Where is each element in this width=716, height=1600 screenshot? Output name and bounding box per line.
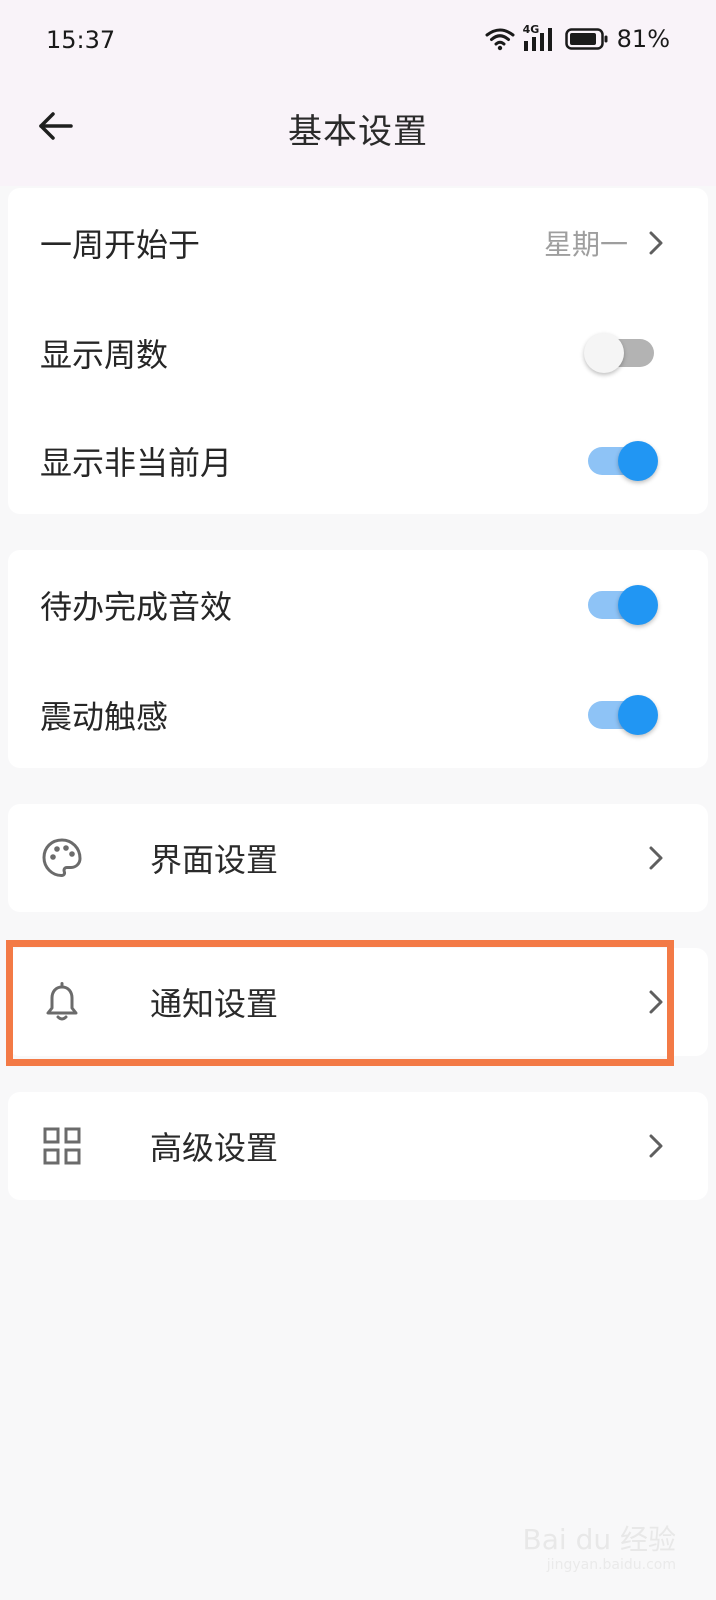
- show-week-numbers-toggle[interactable]: [584, 333, 654, 373]
- page-title: 基本设置: [288, 112, 428, 152]
- palette-icon: [40, 836, 84, 880]
- todo-sound-label: 待办完成音效: [40, 588, 233, 626]
- show-other-months-row: 显示非当前月: [8, 406, 708, 516]
- status-icons: 4G 81%: [485, 23, 670, 54]
- grid-icon: [40, 1124, 84, 1168]
- watermark-brand: Bai du 经验: [522, 1523, 676, 1556]
- cellular-signal-icon: 4G: [523, 23, 557, 53]
- watermark: Bai du 经验 jingyan.baidu.com: [522, 1523, 676, 1573]
- chevron-right-icon: [646, 229, 666, 257]
- toggle-thumb: [618, 695, 658, 735]
- week-start-row[interactable]: 一周开始于 星期一: [8, 188, 708, 298]
- todo-sound-row: 待办完成音效: [8, 550, 708, 660]
- toggle-thumb: [618, 585, 658, 625]
- advanced-settings-row[interactable]: 高级设置: [8, 1092, 708, 1200]
- advanced-settings-label: 高级设置: [150, 1129, 279, 1167]
- status-time: 15:37: [46, 26, 116, 54]
- toggle-thumb: [584, 333, 624, 373]
- todo-sound-toggle[interactable]: [588, 585, 658, 625]
- notification-settings-card[interactable]: 通知设置: [8, 948, 708, 1056]
- feedback-settings-card: 待办完成音效 震动触感: [8, 550, 708, 768]
- header: 基本设置: [0, 82, 716, 182]
- interface-settings-row[interactable]: 界面设置: [8, 804, 708, 912]
- show-other-months-label: 显示非当前月: [40, 444, 233, 482]
- chevron-right-icon: [646, 844, 666, 872]
- interface-settings-card[interactable]: 界面设置: [8, 804, 708, 912]
- watermark-url: jingyan.baidu.com: [546, 1557, 676, 1573]
- chevron-right-icon: [646, 1132, 666, 1160]
- notification-settings-row[interactable]: 通知设置: [8, 948, 708, 1056]
- week-start-label: 一周开始于: [40, 226, 201, 264]
- advanced-settings-card[interactable]: 高级设置: [8, 1092, 708, 1200]
- interface-settings-label: 界面设置: [150, 841, 279, 879]
- show-week-numbers-label: 显示周数: [40, 336, 169, 374]
- notification-settings-label: 通知设置: [150, 985, 279, 1023]
- battery-percent: 81%: [616, 25, 670, 53]
- vibration-label: 震动触感: [40, 698, 169, 736]
- status-bar: 15:37 4G 81%: [0, 0, 716, 82]
- vibration-toggle[interactable]: [588, 695, 658, 735]
- battery-icon: [564, 27, 609, 51]
- toggle-thumb: [618, 441, 658, 481]
- wifi-icon: [485, 27, 515, 51]
- show-other-months-toggle[interactable]: [588, 441, 658, 481]
- calendar-settings-card: 一周开始于 星期一 显示周数 显示非当前月: [8, 188, 708, 514]
- chevron-right-icon: [646, 988, 666, 1016]
- show-week-numbers-row: 显示周数: [8, 298, 708, 408]
- vibration-row: 震动触感: [8, 660, 708, 770]
- bell-icon: [40, 980, 84, 1024]
- week-start-value: 星期一: [543, 228, 628, 261]
